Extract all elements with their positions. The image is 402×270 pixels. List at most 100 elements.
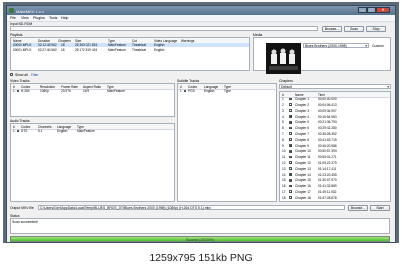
chapter-checkbox[interactable] (289, 178, 292, 182)
chapter-index: 12 (282, 161, 286, 166)
col-duration: Duration (38, 38, 51, 43)
col-chapters: Chapters (58, 38, 71, 43)
col-time: Time (318, 92, 325, 97)
menu-plugins[interactable]: Plugins (33, 16, 45, 20)
chapter-time: 00:16:54.953 (318, 114, 337, 119)
media-title-select[interactable]: Blues Brothers (2000-1998) ▾ (303, 43, 369, 48)
chapter-row[interactable]: 16 Chapter 16 01:41:32.869 (280, 184, 390, 188)
menu-view[interactable]: View (21, 16, 29, 20)
scan-button[interactable]: Scan (344, 25, 364, 32)
close-button[interactable]: ✕ (376, 7, 390, 13)
chapter-checkbox[interactable] (289, 184, 292, 188)
chapter-checkbox[interactable] (289, 126, 292, 130)
col-warnings: Warnings (181, 38, 195, 43)
maximize-button[interactable]: □ (367, 7, 376, 13)
chapter-checkbox[interactable] (289, 190, 292, 194)
chapter-index: 11 (282, 155, 286, 160)
video-track-checkbox[interactable] (16, 89, 20, 93)
chapter-row[interactable]: 13 Chapter 13 01:14:17.411 (280, 167, 390, 171)
playlist-row[interactable]: 00001.MPLS 02:27:40.560 18 28 172 519 42… (11, 48, 249, 52)
chapter-index: 7 (282, 132, 284, 137)
chapter-time: 01:05:22.379 (318, 161, 337, 166)
chapter-row[interactable]: 8 Chapter 8 00:41:53.719 (280, 138, 390, 142)
col-index: # (13, 124, 15, 129)
playlists-table: Name Duration Chapters Size Type Cut Vid… (10, 37, 250, 71)
input-path-field[interactable] (10, 26, 318, 31)
chapter-checkbox[interactable] (289, 120, 292, 124)
cell: Theatrical (132, 47, 146, 52)
chapter-checkbox[interactable] (289, 132, 292, 136)
progress-text: Success (100.00%) (186, 237, 214, 242)
show-all-checkbox[interactable] (10, 73, 13, 76)
chapters-preset-select[interactable]: Default ▾ (279, 84, 391, 89)
minimize-button[interactable]: – (358, 7, 367, 13)
chapter-row[interactable]: 4 Chapter 4 00:16:54.953 (280, 114, 390, 119)
col-type: Type (107, 84, 114, 89)
subtitle-track-row[interactable]: 1 PGS English Type (178, 89, 276, 93)
cell: MainFeature (77, 129, 95, 134)
input-browse-button[interactable]: Browse... (322, 25, 342, 32)
chapter-name: Chapter 7 (295, 132, 309, 137)
chevron-down-icon: ▾ (365, 44, 367, 49)
chapter-row[interactable]: 18 Chapter 18 01:57:28.878 (280, 196, 390, 200)
chapter-checkbox[interactable] (289, 161, 292, 165)
output-path-value: C:\Users\Gert\AppData\Local\Temp\BLUES_B… (40, 206, 211, 211)
chapter-name: Chapter 4 (295, 114, 309, 119)
chapter-checkbox[interactable] (289, 155, 292, 159)
chapter-checkbox[interactable] (289, 103, 292, 107)
chapter-row[interactable]: 15 Chapter 15 01:30:07.970 (280, 178, 390, 182)
chapter-checkbox[interactable] (289, 167, 292, 170)
chapter-row[interactable]: 2 Chapter 2 00:04:06.413 (280, 103, 390, 107)
chapter-index: 6 (282, 126, 284, 131)
chapter-row[interactable]: 17 Chapter 17 01:49:11.502 (280, 190, 390, 194)
chapter-checkbox[interactable] (289, 138, 292, 141)
app-icon (9, 8, 14, 13)
output-browse-button[interactable]: Browse... (348, 204, 368, 211)
menu-help[interactable]: Help (61, 16, 68, 20)
chapter-checkbox[interactable] (289, 196, 292, 199)
output-path-field[interactable]: C:\Users\Gert\AppData\Local\Temp\BLUES_B… (38, 205, 345, 210)
chapter-row[interactable]: 5 Chapter 5 00:21:36.793 (280, 120, 390, 124)
chapter-row[interactable]: 9 Chapter 9 00:46:20.986 (280, 143, 390, 148)
filter-link[interactable]: Filter (31, 73, 39, 77)
chapter-checkbox[interactable] (289, 97, 292, 101)
custom-label: Custom (372, 43, 384, 48)
audio-track-checkbox[interactable] (16, 129, 20, 133)
stop-button[interactable]: Stop (366, 25, 386, 32)
cell: 5.1 (38, 129, 43, 134)
chapter-row[interactable]: 6 Chapter 6 00:29:42.280 (280, 126, 390, 130)
subtitle-track-checkbox[interactable] (183, 89, 187, 93)
chapter-checkbox[interactable] (289, 172, 292, 176)
chapter-checkbox[interactable] (289, 114, 292, 118)
chapter-name: Chapter 9 (295, 143, 309, 148)
col-type: Type (77, 124, 84, 129)
chapter-name: Chapter 5 (295, 120, 309, 125)
col-language: Language (204, 84, 219, 89)
chapter-index: 8 (282, 137, 284, 142)
menu-tools[interactable]: Tools (49, 16, 57, 20)
cell: 28 172 519 424 (75, 47, 98, 52)
chapter-time: 00:09:34.907 (318, 108, 337, 113)
chapter-row[interactable]: 7 Chapter 7 00:36:28.352 (280, 132, 390, 136)
chapter-row[interactable]: 11 Chapter 11 00:55:01.271 (280, 155, 390, 159)
audio-track-row[interactable]: 1 DTS 5.1 English MainFeature (11, 129, 174, 133)
chapter-row[interactable]: 14 Chapter 14 01:23:20.455 (280, 172, 390, 177)
chapter-row[interactable]: 3 Chapter 3 00:09:34.907 (280, 109, 390, 113)
start-button[interactable]: Start (370, 204, 390, 211)
video-track-row[interactable]: 1 H.264 1080p 23.976 16:9 MainFeature (11, 89, 174, 93)
menu-file[interactable]: File (10, 16, 16, 20)
cell: DTS (21, 129, 28, 134)
chapter-name: Chapter 11 (295, 155, 311, 160)
chapter-checkbox[interactable] (289, 143, 292, 147)
chapter-checkbox[interactable] (289, 109, 292, 112)
col-cut: Cut (132, 38, 137, 43)
poster-image (266, 43, 301, 74)
chapter-row[interactable]: 10 Chapter 10 00:50:57.394 (280, 149, 390, 153)
chapter-name: Chapter 8 (295, 137, 309, 142)
chapter-name: Chapter 6 (295, 126, 309, 131)
cell: English (204, 89, 215, 94)
chapter-row[interactable]: 1 Chapter 1 00:00:00.000 (280, 97, 390, 101)
chapter-name: Chapter 16 (295, 184, 311, 189)
chapter-checkbox[interactable] (289, 149, 292, 153)
chapter-row[interactable]: 12 Chapter 12 01:05:22.379 (280, 161, 390, 165)
